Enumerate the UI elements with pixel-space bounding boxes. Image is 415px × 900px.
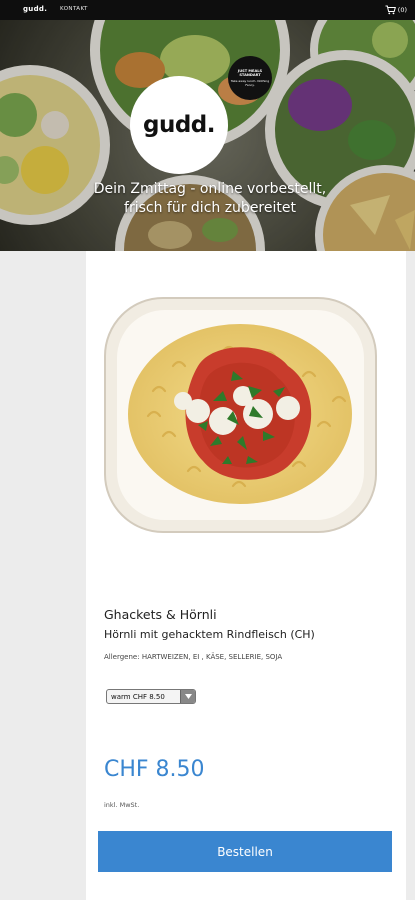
variant-selected-value: warm CHF 8.50 <box>111 692 165 701</box>
cart-count: (0) <box>397 6 407 14</box>
nav-link-contact[interactable]: KONTAKT <box>60 6 88 12</box>
logo-text: gudd. <box>142 112 216 138</box>
nav-brand-logo[interactable]: gudd. <box>23 5 47 13</box>
variant-select[interactable]: warm CHF 8.50 <box>106 689 196 704</box>
vat-note: inkl. MwSt. <box>104 801 140 809</box>
cart-button[interactable]: (0) <box>385 3 407 17</box>
product-name: Hörnli mit gehacktem Rindfleisch (CH) <box>104 628 315 641</box>
order-button[interactable]: Bestellen <box>98 831 392 872</box>
top-nav-bar: gudd. KONTAKT (0) <box>0 0 415 20</box>
tagline-line-2: frisch für dich zubereitet <box>124 200 296 216</box>
hero-tagline: Dein Zmittag - online vorbestellt, frisc… <box>40 180 380 218</box>
hero-logo: gudd. <box>130 76 228 174</box>
hero-banner: JUST MEALS STANDART Take away lunch. Not… <box>0 20 415 251</box>
chevron-down-icon[interactable] <box>180 690 195 703</box>
quality-stamp-badge: JUST MEALS STANDART Take away lunch. Not… <box>228 56 272 100</box>
tagline-line-1: Dein Zmittag - online vorbestellt, <box>93 181 327 197</box>
product-image <box>104 297 377 533</box>
product-category: Ghackets & Hörnli <box>104 607 217 622</box>
shopping-cart-icon <box>385 5 396 15</box>
product-allergens: Allergene: HARTWEIZEN, EI , KÄSE, SELLER… <box>104 653 283 661</box>
product-price: CHF 8.50 <box>104 757 205 782</box>
